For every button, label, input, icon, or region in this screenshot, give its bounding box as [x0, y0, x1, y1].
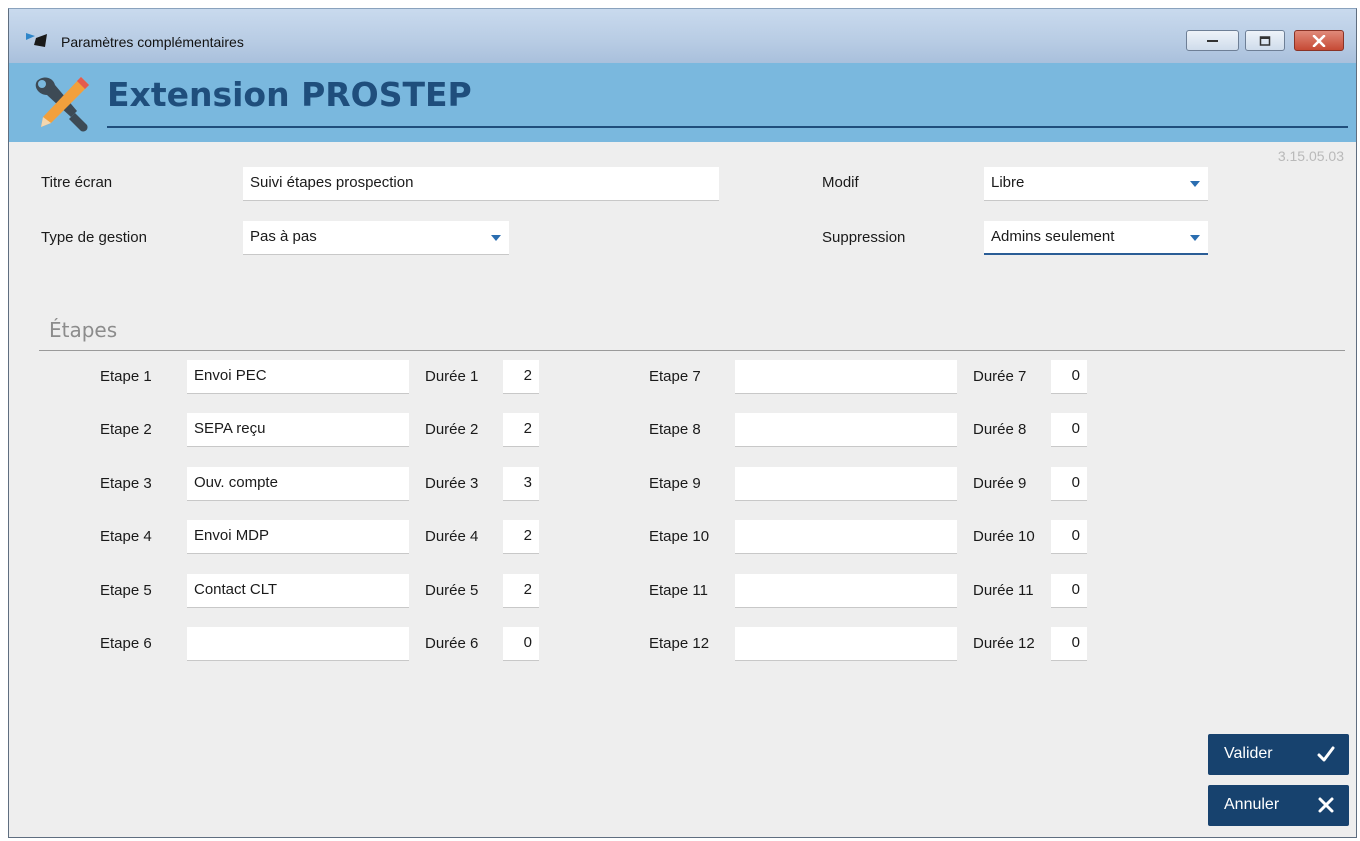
step-label: Etape 11: [649, 582, 708, 599]
step-label: Etape 5: [100, 582, 152, 599]
type-gestion-select[interactable]: Pas à pas: [243, 221, 509, 255]
maximize-icon: [1259, 35, 1271, 46]
minimize-button[interactable]: [1186, 30, 1239, 51]
duree-label: Durée 6: [425, 635, 479, 652]
duree-label: Durée 12: [973, 635, 1035, 652]
title-bar[interactable]: Paramètres complémentaires: [9, 9, 1356, 63]
step-label: Etape 9: [649, 475, 701, 492]
duree-input[interactable]: 0: [1051, 413, 1087, 447]
duree-label: Durée 3: [425, 475, 479, 492]
modif-value: Libre: [991, 174, 1025, 191]
step-label: Etape 3: [100, 475, 152, 492]
valider-button[interactable]: Valider: [1208, 734, 1349, 775]
duree-label: Durée 9: [973, 475, 1027, 492]
step-input[interactable]: [735, 413, 957, 447]
modif-label: Modif: [822, 174, 859, 191]
close-button[interactable]: [1294, 30, 1344, 51]
duree-label: Durée 7: [973, 368, 1027, 385]
step-input[interactable]: [735, 520, 957, 554]
step-label: Etape 10: [649, 528, 710, 545]
app-logo-icon: [26, 33, 47, 47]
step-label: Etape 2: [100, 421, 152, 438]
step-label: Etape 12: [649, 635, 710, 652]
duree-input[interactable]: 2: [503, 520, 539, 554]
step-input[interactable]: [735, 627, 957, 661]
duree-label: Durée 10: [973, 528, 1035, 545]
step-input[interactable]: Ouv. compte: [187, 467, 409, 501]
type-gestion-label: Type de gestion: [41, 229, 147, 246]
step-input[interactable]: [735, 467, 957, 501]
page-title: Extension PROSTEP: [107, 75, 472, 114]
duree-input[interactable]: 0: [503, 627, 539, 661]
type-gestion-value: Pas à pas: [250, 228, 317, 245]
suppression-label: Suppression: [822, 229, 906, 246]
duree-label: Durée 8: [973, 421, 1027, 438]
step-input[interactable]: [187, 627, 409, 661]
titre-ecran-input[interactable]: Suivi étapes prospection: [243, 167, 719, 201]
duree-input[interactable]: 0: [1051, 520, 1087, 554]
maximize-button[interactable]: [1245, 30, 1285, 51]
close-icon: [1318, 797, 1334, 813]
step-label: Etape 1: [100, 368, 152, 385]
tools-icon: [35, 77, 89, 132]
titre-ecran-label: Titre écran: [41, 174, 113, 191]
duree-input[interactable]: 2: [503, 574, 539, 608]
annuler-label: Annuler: [1224, 796, 1280, 813]
step-label: Etape 7: [649, 368, 701, 385]
window-title: Paramètres complémentaires: [61, 34, 244, 50]
step-label: Etape 8: [649, 421, 701, 438]
duree-input[interactable]: 0: [1051, 574, 1087, 608]
section-divider: [39, 350, 1345, 351]
duree-label: Durée 4: [425, 528, 479, 545]
duree-label: Durée 1: [425, 368, 479, 385]
step-input[interactable]: [735, 574, 957, 608]
suppression-select[interactable]: Admins seulement: [984, 221, 1208, 255]
duree-label: Durée 11: [973, 582, 1034, 599]
banner-underline: [107, 126, 1348, 128]
duree-input[interactable]: 0: [1051, 467, 1087, 501]
suppression-value: Admins seulement: [991, 228, 1115, 245]
step-input[interactable]: [735, 360, 957, 394]
step-input[interactable]: Contact CLT: [187, 574, 409, 608]
duree-input[interactable]: 0: [1051, 627, 1087, 661]
step-input[interactable]: Envoi PEC: [187, 360, 409, 394]
duree-label: Durée 5: [425, 582, 479, 599]
version-label: 3.15.05.03: [1277, 148, 1344, 164]
step-input[interactable]: SEPA reçu: [187, 413, 409, 447]
annuler-button[interactable]: Annuler: [1208, 785, 1349, 826]
minimize-icon: [1206, 39, 1218, 42]
step-label: Etape 4: [100, 528, 152, 545]
duree-input[interactable]: 3: [503, 467, 539, 501]
section-title: Étapes: [49, 318, 118, 342]
step-label: Etape 6: [100, 635, 152, 652]
chevron-down-icon: [1190, 181, 1200, 187]
duree-input[interactable]: 2: [503, 413, 539, 447]
chevron-down-icon: [491, 235, 501, 241]
valider-label: Valider: [1224, 745, 1273, 762]
check-icon: [1317, 746, 1335, 762]
step-input[interactable]: Envoi MDP: [187, 520, 409, 554]
duree-input[interactable]: 2: [503, 360, 539, 394]
close-icon: [1312, 34, 1326, 47]
dialog-window: Paramètres complémentaires Extension PRO…: [8, 8, 1357, 838]
duree-input[interactable]: 0: [1051, 360, 1087, 394]
modif-select[interactable]: Libre: [984, 167, 1208, 201]
chevron-down-icon: [1190, 235, 1200, 241]
duree-label: Durée 2: [425, 421, 479, 438]
